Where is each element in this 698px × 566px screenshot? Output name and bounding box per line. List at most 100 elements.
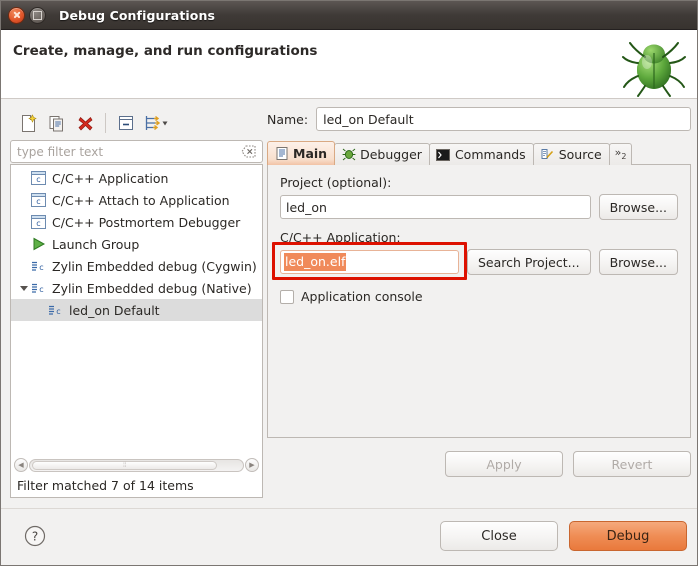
document-icon xyxy=(274,147,289,161)
tree-item-label: Zylin Embedded debug (Cygwin) xyxy=(52,258,257,274)
tab-overflow-button[interactable]: »2 xyxy=(608,143,633,165)
revert-button[interactable]: Revert xyxy=(573,451,691,477)
tab-main[interactable]: Main xyxy=(267,141,336,165)
project-row: led_on Browse... xyxy=(280,194,678,220)
source-icon xyxy=(540,148,555,162)
tree-item-label: C/C++ Attach to Application xyxy=(52,192,230,208)
filter-input[interactable]: type filter text xyxy=(10,140,263,163)
application-label: C/C++ Application: xyxy=(280,230,401,245)
svg-text:c: c xyxy=(36,219,40,228)
toolbar-separator xyxy=(105,113,106,133)
collapse-all-icon[interactable] xyxy=(113,110,139,136)
tree-item[interactable]: c C/C++ Application xyxy=(11,167,262,189)
tab-debugger-label: Debugger xyxy=(360,147,422,162)
window-title: Debug Configurations xyxy=(59,7,216,23)
configurations-tree-panel: c C/C++ Application c C/C++ Attach to Appli… xyxy=(10,164,263,498)
title-bar: Debug Configurations xyxy=(1,1,697,30)
tree-item-label: Zylin Embedded debug (Native) xyxy=(52,280,252,296)
scrollbar-track[interactable]: ⦙⦙ xyxy=(29,458,244,472)
tree-item[interactable]: c C/C++ Attach to Application xyxy=(11,189,262,211)
configurations-toolbar xyxy=(10,106,263,140)
svg-text:c: c xyxy=(39,263,43,272)
application-row: led_on.elf Search Project... Browse... xyxy=(272,242,678,280)
apply-revert-row: Apply Revert xyxy=(267,451,691,477)
project-label: Project (optional): xyxy=(280,175,392,190)
dialog-header: Create, manage, and run configurations xyxy=(1,30,697,99)
application-input[interactable]: led_on.elf xyxy=(280,250,459,274)
tree-item-label: led_on Default xyxy=(69,302,160,318)
scroll-right-arrow[interactable]: ▶ xyxy=(245,458,259,472)
tree-item-label: C/C++ Postmortem Debugger xyxy=(52,214,241,230)
tab-source[interactable]: Source xyxy=(532,143,610,165)
bug-icon xyxy=(622,42,686,97)
tree-item[interactable]: c Zylin Embedded debug (Cygwin) xyxy=(11,255,262,277)
name-row: Name: led_on Default xyxy=(267,106,691,132)
c-app-icon: c xyxy=(30,192,47,208)
filter-arrows-icon[interactable] xyxy=(141,110,173,136)
svg-text:c: c xyxy=(39,285,43,294)
name-input[interactable]: led_on Default xyxy=(316,107,691,131)
tree-item[interactable]: Launch Group xyxy=(11,233,262,255)
application-console-checkbox[interactable] xyxy=(280,289,294,304)
application-console-label: Application console xyxy=(301,289,423,304)
scrollbar-thumb[interactable]: ⦙⦙ xyxy=(32,460,218,470)
debug-button[interactable]: Debug xyxy=(569,521,687,551)
c-app-icon: c xyxy=(30,214,47,230)
dialog-footer: ? Close Debug xyxy=(1,508,697,565)
configuration-editor-pane: Name: led_on Default Main Debugger Comma… xyxy=(267,106,691,498)
new-document-icon[interactable] xyxy=(16,110,42,136)
tree-item[interactable]: c C/C++ Postmortem Debugger xyxy=(11,211,262,233)
c-app-icon: c xyxy=(30,170,47,186)
name-label: Name: xyxy=(267,111,309,127)
application-browse-button[interactable]: Browse... xyxy=(598,249,678,275)
configurations-pane: type filter text c C/C++ Application c C/C+… xyxy=(10,106,263,498)
launch-group-icon xyxy=(30,236,47,252)
maximize-icon[interactable] xyxy=(29,6,46,24)
tree-horizontal-scrollbar[interactable]: ◀ ⦙⦙ ▶ xyxy=(14,457,259,473)
tab-main-label: Main xyxy=(293,146,328,161)
close-icon[interactable] xyxy=(8,6,25,24)
clear-icon[interactable] xyxy=(241,145,256,158)
application-console-row[interactable]: Application console xyxy=(280,289,678,304)
close-button[interactable]: Close xyxy=(440,521,558,551)
filter-placeholder: type filter text xyxy=(17,144,104,159)
tree-item-label: C/C++ Application xyxy=(52,170,169,186)
terminal-icon xyxy=(436,148,451,162)
project-browse-button[interactable]: Browse... xyxy=(598,194,678,220)
expand-twisty-icon[interactable] xyxy=(17,277,30,299)
search-project-button[interactable]: Search Project... xyxy=(466,249,591,275)
tab-debugger[interactable]: Debugger xyxy=(334,143,430,165)
application-input-value: led_on.elf xyxy=(284,253,347,271)
application-field-wrapper: led_on.elf xyxy=(272,242,467,280)
project-input[interactable]: led_on xyxy=(280,195,591,219)
tab-strip: Main Debugger Commands Source »2 xyxy=(267,141,691,165)
help-icon[interactable]: ? xyxy=(24,525,46,547)
tab-commands-label: Commands xyxy=(454,147,526,162)
svg-text:c: c xyxy=(36,197,40,206)
main-tab-page: Project (optional): led_on Browse... C/C… xyxy=(267,164,691,438)
zylin-icon: c xyxy=(30,258,47,274)
tab-commands[interactable]: Commands xyxy=(428,143,534,165)
filter-status-text: Filter matched 7 of 14 items xyxy=(11,473,262,497)
configurations-tree[interactable]: c C/C++ Application c C/C++ Attach to Appli… xyxy=(11,167,262,453)
debug-configurations-dialog: Debug Configurations Create, manage, and… xyxy=(0,0,698,566)
zylin-icon: c xyxy=(47,302,64,318)
scroll-left-arrow[interactable]: ◀ xyxy=(14,458,28,472)
tree-item[interactable]: c Zylin Embedded debug (Native) xyxy=(11,277,262,299)
delete-red-x-icon[interactable] xyxy=(72,110,98,136)
tree-item-label: Launch Group xyxy=(52,236,140,252)
copy-icon[interactable] xyxy=(44,110,70,136)
svg-text:c: c xyxy=(36,175,40,184)
debugger-icon xyxy=(341,148,356,162)
svg-text:?: ? xyxy=(32,530,38,544)
tab-source-label: Source xyxy=(558,147,602,162)
dialog-body: type filter text c C/C++ Application c C/C+… xyxy=(1,100,697,510)
tree-item[interactable]: c led_on Default xyxy=(11,299,262,321)
apply-button[interactable]: Apply xyxy=(445,451,563,477)
